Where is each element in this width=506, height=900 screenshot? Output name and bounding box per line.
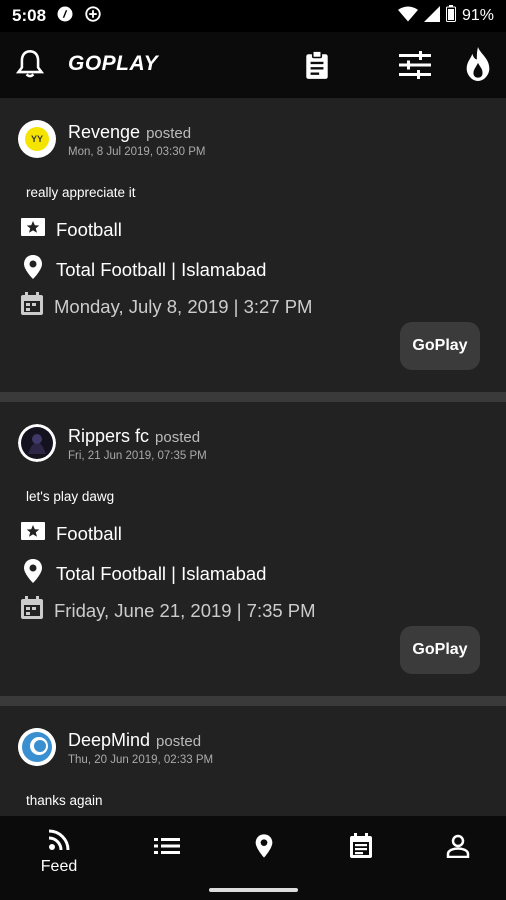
goplay-button[interactable]: GoPlay bbox=[400, 322, 480, 370]
sport-row: Football bbox=[20, 216, 122, 243]
filter-sliders-icon[interactable] bbox=[398, 50, 432, 80]
author-name: Rippers fc bbox=[68, 426, 150, 446]
author-name: Revenge bbox=[68, 122, 141, 142]
avatar[interactable]: YY bbox=[18, 120, 56, 158]
post-timestamp: Fri, 21 Jun 2019, 07:35 PM bbox=[68, 450, 207, 462]
datetime-label: Friday, June 21, 2019 | 7:35 PM bbox=[54, 599, 316, 621]
post-action: posted bbox=[155, 429, 201, 446]
app-bar: GOPLAY bbox=[0, 32, 506, 98]
author-name: DeepMind bbox=[68, 730, 151, 750]
nav-map[interactable] bbox=[238, 816, 290, 880]
event-note-icon bbox=[349, 832, 373, 864]
goplay-button[interactable]: GoPlay bbox=[400, 626, 480, 674]
bell-icon[interactable] bbox=[14, 48, 46, 80]
ticket-icon bbox=[20, 520, 46, 547]
location-pin-icon bbox=[20, 558, 46, 589]
post-timestamp: Thu, 20 Jun 2019, 02:33 PM bbox=[68, 754, 214, 766]
avatar-image bbox=[18, 728, 56, 766]
app-title: GOPLAY bbox=[68, 52, 159, 75]
feed-list[interactable]: YY Revenge posted Mon, 8 Jul 2019, 03:30 … bbox=[0, 98, 506, 816]
person-icon bbox=[446, 834, 470, 863]
venue-label: Total Football | Islamabad bbox=[56, 258, 267, 280]
datetime-row: Monday, July 8, 2019 | 3:27 PM bbox=[20, 292, 312, 321]
battery-icon bbox=[445, 5, 456, 27]
venue-row: Total Football | Islamabad bbox=[20, 254, 266, 285]
post-message: really appreciate it bbox=[26, 185, 136, 200]
wifi-icon bbox=[397, 6, 418, 27]
nav-profile[interactable] bbox=[432, 816, 484, 880]
post-author[interactable]: Revenge posted bbox=[68, 122, 191, 143]
avatar-image bbox=[18, 424, 56, 462]
post-timestamp: Mon, 8 Jul 2019, 03:30 PM bbox=[68, 146, 206, 158]
status-time: 5:08 bbox=[12, 6, 47, 25]
post-author[interactable]: DeepMind posted bbox=[68, 730, 201, 751]
signal-icon bbox=[423, 5, 440, 27]
post-message: let's play dawg bbox=[26, 489, 115, 504]
venue-row: Total Football | Islamabad bbox=[20, 558, 266, 589]
sport-label: Football bbox=[56, 218, 122, 240]
data-saver-icon bbox=[84, 5, 102, 28]
ticket-icon bbox=[20, 216, 46, 243]
avatar[interactable] bbox=[18, 424, 56, 462]
calendar-icon bbox=[20, 292, 44, 321]
nav-feed-label: Feed bbox=[40, 857, 78, 875]
post-card: Rippers fc posted Fri, 21 Jun 2019, 07:35… bbox=[0, 402, 506, 696]
home-indicator[interactable] bbox=[209, 888, 298, 892]
venue-label: Total Football | Islamabad bbox=[56, 562, 267, 584]
post-author[interactable]: Rippers fc posted bbox=[68, 426, 200, 447]
nav-feed[interactable]: Feed bbox=[20, 820, 98, 884]
post-card: YY Revenge posted Mon, 8 Jul 2019, 03:30 … bbox=[0, 98, 506, 392]
location-pin-icon bbox=[254, 833, 274, 864]
post-action: posted bbox=[146, 125, 192, 142]
rss-icon bbox=[48, 829, 70, 856]
post-card: DeepMind posted Thu, 20 Jun 2019, 02:33 P… bbox=[0, 706, 506, 816]
list-icon bbox=[154, 837, 180, 860]
datetime-label: Monday, July 8, 2019 | 3:27 PM bbox=[54, 295, 313, 317]
sport-label: Football bbox=[56, 522, 122, 544]
calendar-icon bbox=[20, 596, 44, 625]
nav-list[interactable] bbox=[140, 816, 194, 880]
avatar[interactable] bbox=[18, 728, 56, 766]
fire-icon[interactable] bbox=[463, 46, 493, 82]
status-bar: 5:08 91% bbox=[0, 0, 506, 32]
notification-icon bbox=[56, 5, 74, 28]
avatar-logo: YY bbox=[25, 127, 49, 151]
location-pin-icon bbox=[20, 254, 46, 285]
nav-events[interactable] bbox=[334, 816, 388, 880]
battery-percent: 91% bbox=[461, 7, 494, 24]
clipboard-icon[interactable] bbox=[301, 48, 333, 82]
post-action: posted bbox=[156, 733, 202, 750]
post-message: thanks again bbox=[26, 793, 103, 808]
datetime-row: Friday, June 21, 2019 | 7:35 PM bbox=[20, 596, 316, 625]
sport-row: Football bbox=[20, 520, 122, 547]
